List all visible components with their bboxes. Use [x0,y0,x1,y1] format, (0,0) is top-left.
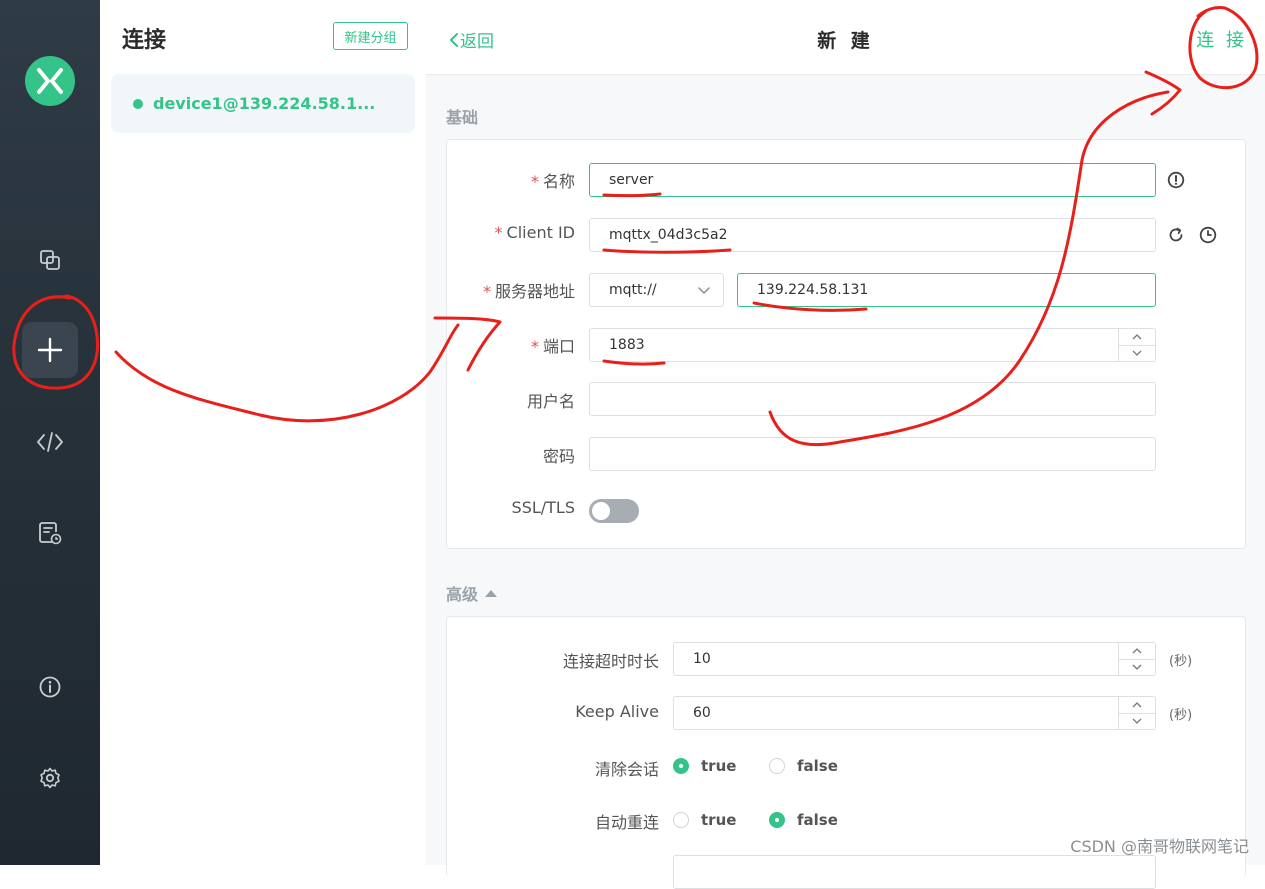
basic-card: * 名称 server * Client ID mqttx_04d3c5a2 *… [446,139,1246,549]
client-id-input[interactable]: mqttx_04d3c5a2 [589,218,1156,252]
connect-timeout-value: 10 [693,651,711,667]
host-input[interactable]: 139.224.58.131 [737,273,1156,307]
name-label: * 名称 [530,172,575,191]
port-label: * 端口 [530,337,575,356]
watermark: CSDN @南哥物联网笔记 [1070,837,1249,856]
mqttx-logo-icon[interactable] [25,56,75,106]
caret-up-icon [485,590,498,597]
refresh-icon[interactable] [1167,226,1185,244]
code-icon[interactable] [22,414,78,470]
username-label: 用户名 [526,392,575,411]
keep-alive-label: Keep Alive [575,702,659,721]
chevron-up-icon[interactable] [1119,697,1155,714]
alert-circle-icon[interactable] [1167,171,1185,189]
port-value: 1883 [609,337,645,353]
ssl-toggle[interactable] [589,499,639,523]
connect-timeout-label: 连接超时时长 [562,652,659,671]
clock-icon[interactable] [1199,226,1217,244]
radio-circle [673,758,689,774]
top-bar: 返回 新 建 连 接 [426,0,1265,75]
chevron-up-icon[interactable] [1119,643,1155,660]
chevron-up-icon[interactable] [1119,329,1155,346]
new-group-button[interactable]: 新建分组 [333,22,408,50]
radio-circle [769,758,785,774]
page-title: 新 建 [817,30,874,52]
client-id-label: * Client ID [494,223,575,242]
port-stepper[interactable] [1118,329,1155,361]
section-basic: 基础 [446,108,479,127]
connect-timeout-input[interactable]: 10 [673,642,1156,676]
gear-icon[interactable] [22,750,78,806]
auto-reconnect-label: 自动重连 [594,813,659,832]
clean-session-true-radio[interactable]: true [673,757,736,775]
section-advanced[interactable]: 高级 [446,581,498,605]
next-field-input[interactable] [673,855,1156,889]
status-dot [133,98,143,109]
auto-reconnect-true-radio[interactable]: true [673,811,736,829]
connection-list-panel: 连接 新建分组 device1@139.224.58.1... [100,0,427,865]
chevron-down-icon[interactable] [1119,714,1155,730]
ssl-label: SSL/TLS [511,498,575,517]
left-rail [0,0,100,865]
password-label: 密码 [542,447,575,466]
list-item[interactable]: device1@139.224.58.1... [111,74,415,133]
list-title: 连接 [122,28,167,53]
name-input[interactable]: server [589,163,1156,197]
connections-icon[interactable] [22,232,78,288]
clean-session-label: 清除会话 [594,760,659,779]
protocol-select[interactable]: mqtt:// [589,273,724,307]
radio-circle [769,812,785,828]
connect-timeout-stepper[interactable] [1118,643,1155,675]
chevron-down-icon[interactable] [1119,346,1155,362]
username-input[interactable] [589,382,1156,416]
plus-icon[interactable] [22,322,78,378]
toggle-knob [592,502,610,520]
port-input[interactable]: 1883 [589,328,1156,362]
keep-alive-unit: (秒) [1169,708,1193,723]
log-icon[interactable] [22,505,78,561]
info-icon[interactable] [22,659,78,715]
keep-alive-input[interactable]: 60 [673,696,1156,730]
host-label: * 服务器地址 [482,282,575,301]
chevron-down-icon [698,287,710,295]
radio-circle [673,812,689,828]
keep-alive-stepper[interactable] [1118,697,1155,729]
chevron-down-icon[interactable] [1119,660,1155,676]
password-input[interactable] [589,437,1156,471]
protocol-value: mqtt:// [609,282,657,298]
connect-timeout-unit: (秒) [1169,654,1193,669]
keep-alive-value: 60 [693,705,711,721]
main-panel: 返回 新 建 连 接 基础 * 名称 server * Client ID mqtt… [426,0,1265,889]
connection-name: device1@139.224.58.1... [153,94,376,113]
auto-reconnect-false-radio[interactable]: false [769,811,838,829]
connect-button[interactable]: 连 接 [1196,26,1247,52]
clean-session-false-radio[interactable]: false [769,757,838,775]
